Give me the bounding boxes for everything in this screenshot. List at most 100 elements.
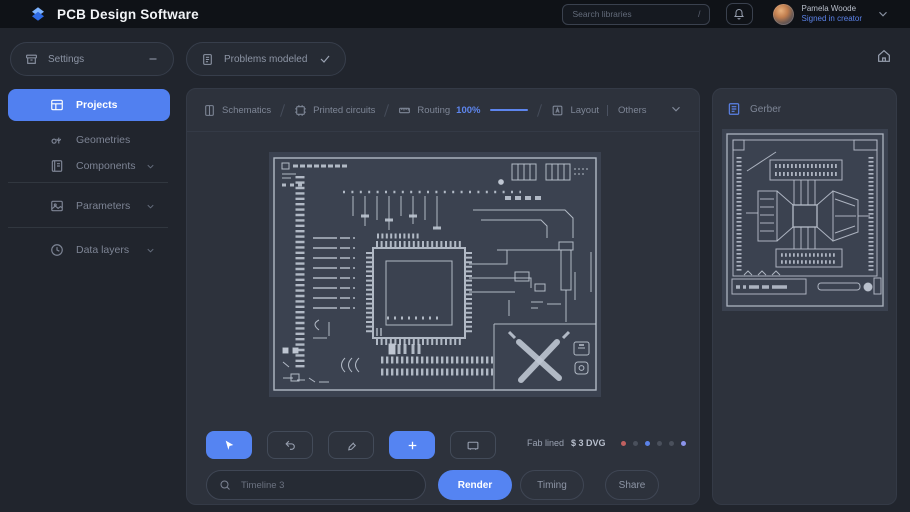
frame-a-icon	[553, 105, 563, 115]
bell-icon	[734, 9, 744, 20]
canvas-bottom-bar: Render Timing Share	[206, 470, 659, 500]
fab-status: Fab lined $ 3 DVG	[527, 438, 686, 448]
select-tool-button[interactable]	[206, 431, 252, 459]
ruler-icon	[399, 107, 411, 113]
render-button[interactable]: Render	[438, 470, 512, 500]
sidebar-item-data-layers[interactable]: Data layers	[8, 236, 170, 264]
app-window: PCB Design Software / Pamela Woode Signe…	[0, 0, 910, 512]
sidebar-item-geometries[interactable]: Geometries	[8, 126, 170, 154]
gerber-file-icon	[728, 103, 740, 115]
global-search[interactable]: /	[561, 3, 710, 25]
tab-printed-circuits[interactable]: Printed circuits	[294, 104, 375, 117]
layer-dot[interactable]	[668, 440, 674, 446]
tab-label: Layout	[570, 104, 600, 116]
canvas-toolbar	[206, 431, 496, 459]
image-icon	[51, 200, 63, 212]
check-icon[interactable]	[319, 53, 331, 65]
pen-tool-button[interactable]	[328, 431, 374, 459]
chevron-down-icon	[672, 106, 680, 112]
book-icon	[51, 160, 63, 172]
frame-icon	[467, 441, 479, 450]
user-name: Pamela Woode	[801, 4, 857, 14]
document-icon	[205, 104, 214, 116]
fab-status-label: Fab lined	[527, 438, 565, 448]
canvas-search[interactable]	[206, 470, 426, 500]
sidebar-item-label: Parameters	[76, 200, 131, 212]
sidebar-item-label: Geometries	[76, 134, 131, 146]
chevron-down-icon	[147, 248, 154, 253]
chevron-down-icon	[147, 164, 154, 169]
avatar	[772, 3, 794, 25]
collapse-minus-icon[interactable]	[147, 53, 159, 65]
fab-status-value: $ 3 DVG	[571, 438, 606, 448]
routing-progress-line	[490, 109, 529, 111]
tab-others[interactable]: Others	[607, 104, 647, 116]
global-search-input[interactable]	[570, 8, 692, 20]
view-tabs: Schematics Printed circuits Routing 100%…	[187, 89, 699, 132]
canvas-search-input[interactable]	[239, 478, 413, 492]
chevron-down-icon[interactable]	[876, 7, 890, 21]
board-icon	[51, 99, 63, 111]
layer-dot[interactable]	[644, 440, 650, 446]
right-panel-header: Gerber	[713, 89, 896, 125]
layer-dot[interactable]	[656, 440, 662, 446]
settings-pill-label: Settings	[48, 53, 85, 65]
undo-tool-button[interactable]	[267, 431, 313, 459]
tab-label: Routing	[417, 104, 451, 116]
sidebar-divider	[8, 227, 168, 228]
pcb-blueprint-drawing	[273, 157, 597, 391]
timing-button[interactable]: Timing	[520, 470, 584, 500]
tab-label: Others	[618, 104, 647, 116]
pcb-canvas[interactable]	[269, 152, 601, 397]
tab-layout[interactable]: Layout	[551, 104, 599, 117]
pen-icon	[347, 441, 356, 451]
sidebar-item-parameters[interactable]: Parameters	[8, 192, 170, 220]
app-title: PCB Design Software	[57, 6, 199, 22]
chevron-down-icon	[147, 204, 154, 209]
tab-separator	[384, 103, 390, 117]
sidebar-item-components[interactable]: Components	[8, 152, 170, 180]
sidebar-item-label: Projects	[76, 99, 118, 111]
tabs-expand-button[interactable]	[669, 102, 683, 119]
layer-dot[interactable]	[620, 440, 626, 446]
search-shortcut-key: /	[698, 9, 701, 19]
waveform-icon	[51, 137, 62, 144]
layer-dot[interactable]	[632, 440, 638, 446]
tab-label: Schematics	[222, 104, 272, 116]
tab-schematics[interactable]: Schematics	[203, 104, 271, 117]
document-lines-icon	[203, 53, 212, 65]
user-menu[interactable]: Pamela Woode Signed in creator	[772, 3, 862, 25]
layer-dot[interactable]	[680, 440, 686, 446]
clock-icon	[51, 244, 63, 256]
share-button[interactable]: Share	[605, 470, 659, 500]
gerber-preview-drawing	[725, 133, 884, 307]
problems-pill-label: Problems modeled	[224, 53, 308, 65]
title-bar: PCB Design Software / Pamela Woode Signe…	[0, 0, 910, 28]
chip-icon	[295, 104, 307, 116]
notifications-button[interactable]	[725, 3, 753, 25]
sidebar-divider	[8, 182, 168, 183]
user-status: Signed in creator	[801, 14, 862, 23]
settings-pill[interactable]: Settings	[10, 42, 174, 76]
app-logo-icon	[32, 7, 44, 21]
user-meta: Pamela Woode Signed in creator	[802, 4, 862, 23]
tab-label: Printed circuits	[313, 104, 376, 116]
add-tool-button[interactable]	[389, 431, 435, 459]
archive-icon	[26, 54, 37, 64]
undo-icon	[284, 440, 295, 450]
tab-routing[interactable]: Routing 100%	[398, 104, 529, 117]
right-panel-title: Gerber	[750, 103, 782, 115]
home-button[interactable]	[874, 46, 894, 69]
tab-separator	[280, 103, 286, 117]
main-panel: Schematics Printed circuits Routing 100%…	[186, 88, 700, 505]
gerber-preview[interactable]	[721, 129, 888, 311]
sidebar-item-projects[interactable]: Projects	[8, 89, 170, 121]
search-icon	[220, 480, 230, 490]
layer-dots	[620, 440, 686, 446]
sidebar-item-label: Data layers	[76, 244, 130, 256]
problems-pill[interactable]: Problems modeled	[186, 42, 346, 76]
sidebar-item-label: Components	[76, 160, 136, 172]
tab-separator	[537, 103, 543, 117]
routing-percent: 100%	[456, 104, 481, 116]
frame-tool-button[interactable]	[450, 431, 496, 459]
